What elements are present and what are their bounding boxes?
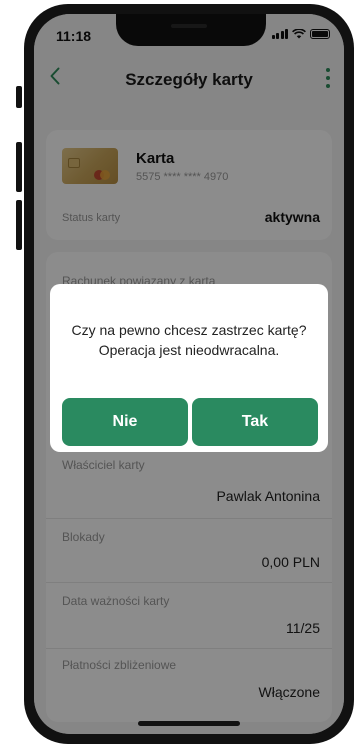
mute-switch <box>16 86 22 108</box>
dialog-question: Czy na pewno chcesz zastrzec kartę? <box>71 322 307 338</box>
screen: 11:18 Szczegóły karty Karta 5575 **** **… <box>34 14 344 734</box>
volume-up-button <box>16 142 22 192</box>
yes-button[interactable]: Tak <box>192 398 318 446</box>
confirm-dialog: Czy na pewno chcesz zastrzec kartę? Oper… <box>50 284 328 452</box>
no-button[interactable]: Nie <box>62 398 188 446</box>
dialog-warning: Operacja jest nieodwracalna. <box>98 342 280 358</box>
phone-frame: 11:18 Szczegóły karty Karta 5575 **** **… <box>24 4 354 744</box>
dialog-message: Czy na pewno chcesz zastrzec kartę? Oper… <box>60 320 318 360</box>
volume-down-button <box>16 200 22 250</box>
home-indicator[interactable] <box>138 721 240 726</box>
